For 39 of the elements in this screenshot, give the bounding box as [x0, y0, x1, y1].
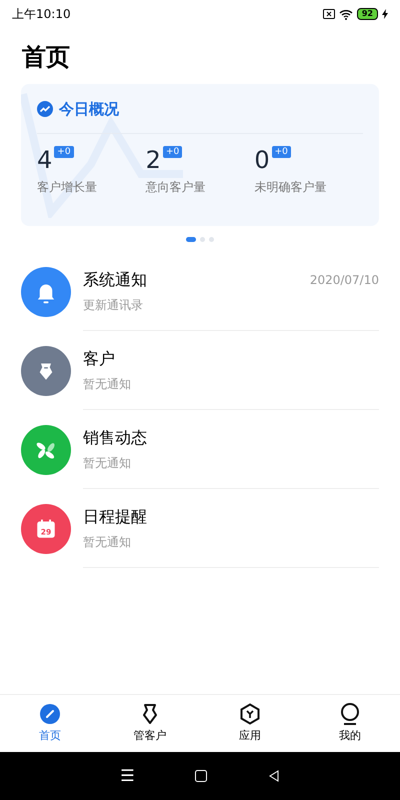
message-title: 系统通知: [83, 269, 147, 291]
message-subtitle: 暂无通知: [83, 455, 132, 472]
stat-value: 0: [254, 146, 270, 174]
person-icon: [339, 702, 361, 725]
delta-badge: +0: [272, 146, 291, 158]
message-subtitle: 暂无通知: [83, 376, 132, 393]
stat-label: 未明确客户量: [254, 178, 328, 196]
back-button[interactable]: [268, 770, 280, 782]
message-date: 2020/07/10: [310, 272, 379, 289]
message-title: 日程提醒: [83, 506, 147, 528]
tab[interactable]: 我的: [300, 695, 400, 752]
message-title: 客户: [83, 348, 115, 370]
delta-badge: +0: [54, 146, 74, 158]
tab[interactable]: 管客户: [100, 695, 200, 752]
trend-icon: [37, 101, 53, 118]
tab[interactable]: 首页: [0, 695, 100, 752]
stat-value: 2: [146, 146, 161, 174]
stat-value: 4: [37, 146, 52, 174]
message-row[interactable]: 系统通知 2020/07/10 更新通讯录: [0, 252, 400, 331]
home-button[interactable]: [195, 770, 208, 782]
pen-icon: [39, 702, 61, 725]
menu-button[interactable]: ☰: [120, 764, 135, 788]
stat-label: 意向客户量: [146, 178, 207, 196]
charging-icon: [382, 9, 388, 19]
message-row[interactable]: 客户 暂无通知: [0, 331, 400, 410]
message-subtitle: 暂无通知: [83, 534, 132, 551]
message-row[interactable]: 销售动态 暂无通知: [0, 410, 400, 489]
delta-badge: +0: [162, 146, 182, 158]
message-title: 销售动态: [83, 427, 147, 449]
stat-label: 客户增长量: [37, 178, 98, 196]
sim-icon: [322, 9, 335, 19]
tab[interactable]: 应用: [200, 695, 300, 752]
hexagon-icon: [239, 702, 261, 725]
page-title: 首页: [22, 42, 71, 73]
overview-title: 今日概况: [59, 99, 119, 120]
wifi-icon: [338, 8, 353, 20]
status-time: 上午10:10: [12, 6, 71, 23]
message-subtitle: 更新通讯录: [83, 297, 144, 314]
battery-level: 92: [356, 8, 378, 20]
